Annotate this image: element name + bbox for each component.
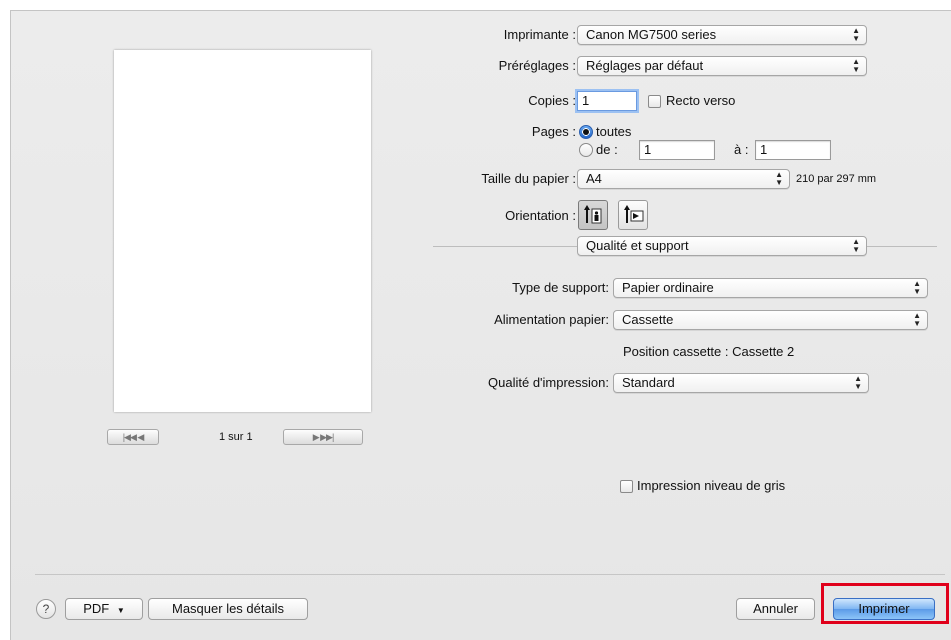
paper-size-popup[interactable]: A4 ▲ ▼ bbox=[577, 169, 790, 189]
print-quality-label: Qualité d'impression: bbox=[488, 375, 609, 390]
pages-all-radio[interactable] bbox=[579, 125, 593, 139]
copies-label: Copies : bbox=[528, 93, 576, 108]
preview-page-count: 1 sur 1 bbox=[219, 431, 253, 443]
pdf-label: PDF bbox=[83, 601, 110, 616]
pages-all-label: toutes bbox=[596, 124, 632, 139]
copies-field[interactable]: 1 bbox=[577, 91, 637, 111]
printer-label: Imprimante : bbox=[503, 27, 576, 42]
pages-range-radio[interactable] bbox=[579, 143, 593, 157]
orientation-label: Orientation : bbox=[505, 208, 576, 223]
paper-source-label: Alimentation papier: bbox=[494, 312, 609, 327]
preview-prev-nav-button[interactable]: |◀◀ ◀ bbox=[107, 429, 159, 445]
pages-from-field[interactable]: 1 bbox=[639, 140, 715, 160]
duplex-checkbox[interactable] bbox=[648, 95, 661, 108]
paper-source-value: Cassette bbox=[622, 312, 674, 327]
popup-arrows-icon: ▲ ▼ bbox=[854, 374, 862, 391]
orientation-landscape-button[interactable] bbox=[618, 200, 648, 230]
presets-value: Réglages par défaut bbox=[586, 58, 704, 73]
panel-select-value: Qualité et support bbox=[586, 238, 689, 253]
print-dialog: |◀◀ ◀ 1 sur 1 ▶ ▶▶| Imprimante : Canon M… bbox=[10, 10, 951, 640]
pages-from-label: de : bbox=[596, 142, 618, 157]
grayscale-label: Impression niveau de gris bbox=[637, 478, 786, 493]
printer-popup[interactable]: Canon MG7500 series ▲ ▼ bbox=[577, 25, 867, 45]
popup-arrows-icon: ▲ ▼ bbox=[913, 311, 921, 328]
popup-arrows-icon: ▲ ▼ bbox=[852, 57, 860, 74]
pages-to-label: à : bbox=[734, 142, 749, 157]
print-quality-popup[interactable]: Standard ▲ ▼ bbox=[613, 373, 869, 393]
landscape-icon bbox=[624, 205, 644, 223]
cassette-position-text: Position cassette : Cassette 2 bbox=[623, 344, 795, 359]
pdf-menu-button[interactable]: PDF ▼ bbox=[65, 598, 143, 620]
paper-dimensions: 210 par 297 mm bbox=[796, 173, 877, 185]
hide-details-button[interactable]: Masquer les détails bbox=[148, 598, 308, 620]
pages-label: Pages : bbox=[531, 124, 576, 139]
popup-arrows-icon: ▲ ▼ bbox=[775, 170, 783, 187]
popup-arrows-icon: ▲ ▼ bbox=[913, 279, 921, 296]
paper-source-popup[interactable]: Cassette ▲ ▼ bbox=[613, 310, 928, 330]
print-preview-page bbox=[114, 50, 371, 412]
preview-next-nav-button[interactable]: ▶ ▶▶| bbox=[283, 429, 363, 445]
popup-arrows-icon: ▲ ▼ bbox=[852, 237, 860, 254]
grayscale-checkbox[interactable] bbox=[620, 480, 633, 493]
panel-select-popup[interactable]: Qualité et support ▲ ▼ bbox=[577, 236, 867, 256]
footer-separator bbox=[35, 574, 945, 575]
portrait-icon bbox=[584, 205, 602, 224]
paper-size-label: Taille du papier : bbox=[481, 171, 576, 186]
presets-label: Préréglages : bbox=[498, 58, 576, 73]
help-button[interactable]: ? bbox=[36, 599, 56, 619]
print-quality-value: Standard bbox=[622, 375, 675, 390]
popup-arrows-icon: ▲ ▼ bbox=[852, 26, 860, 43]
paper-size-value: A4 bbox=[586, 171, 602, 186]
print-button-highlight bbox=[821, 583, 949, 624]
duplex-label: Recto verso bbox=[666, 93, 736, 108]
chevron-down-icon: ▼ bbox=[116, 606, 125, 615]
pages-to-field[interactable]: 1 bbox=[755, 140, 831, 160]
media-type-label: Type de support: bbox=[512, 280, 609, 295]
separator-right bbox=[867, 246, 937, 247]
separator-left bbox=[433, 246, 577, 247]
media-type-popup[interactable]: Papier ordinaire ▲ ▼ bbox=[613, 278, 928, 298]
cancel-button[interactable]: Annuler bbox=[736, 598, 815, 620]
orientation-portrait-button[interactable] bbox=[578, 200, 608, 230]
printer-value: Canon MG7500 series bbox=[586, 27, 717, 42]
presets-popup[interactable]: Réglages par défaut ▲ ▼ bbox=[577, 56, 867, 76]
media-type-value: Papier ordinaire bbox=[622, 280, 714, 295]
